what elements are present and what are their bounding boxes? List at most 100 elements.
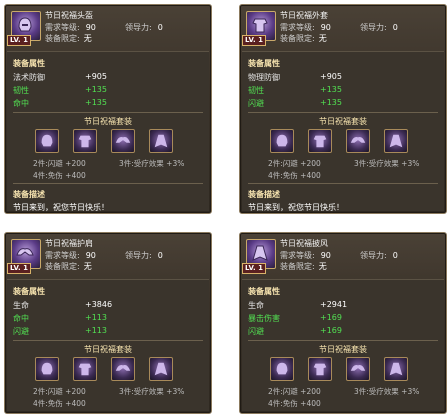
leadership-label: 领导力:	[360, 251, 387, 260]
required-level-value: 90	[320, 23, 331, 32]
attribute-value: +113	[85, 313, 107, 322]
attribute-key: 闪避	[248, 327, 264, 336]
attribute-row: 生命 +3846	[13, 300, 112, 311]
required-level-label: 需求等级:	[45, 251, 80, 260]
set-bonus-2: 2件:闪避 +200	[33, 159, 86, 168]
attribute-value: +113	[85, 326, 107, 335]
tooltip-body: 装备属性 物理防御 +905 韧性 +135 闪避 +135 节日祝福套装 2件:闪避…	[242, 51, 444, 212]
leadership-label: 领导力:	[125, 23, 152, 32]
divider	[248, 183, 438, 184]
level-badge: LV. 1	[242, 35, 266, 46]
helmet-icon	[270, 357, 294, 381]
description-text: 节日来到，祝您节日快乐！	[248, 203, 344, 212]
set-pieces	[35, 129, 173, 153]
level-badge: LV. 1	[242, 263, 266, 274]
attribute-row: 命中 +135	[13, 98, 107, 109]
item-name: 节日祝福护肩	[45, 239, 93, 248]
set-bonus-2: 2件:闪避 +200	[268, 159, 321, 168]
attributes-title: 装备属性	[248, 59, 280, 68]
cape-icon	[384, 357, 408, 381]
equip-limit-label: 装备限定:	[280, 34, 315, 43]
armor-icon	[73, 129, 97, 153]
divider	[13, 340, 203, 341]
attribute-row: 韧性 +135	[13, 85, 107, 96]
item-name: 节日祝福披风	[280, 239, 328, 248]
helmet-icon	[35, 357, 59, 381]
equip-limit-label: 装备限定:	[45, 262, 80, 271]
required-level-label: 需求等级:	[45, 23, 80, 32]
attribute-key: 命中	[13, 99, 29, 108]
leadership-label: 领导力:	[360, 23, 387, 32]
set-pieces	[270, 357, 408, 381]
item-name: 节日祝福外套	[280, 11, 328, 20]
description-text: 节日来到，祝您节日快乐！	[13, 203, 109, 212]
divider	[13, 112, 203, 113]
attribute-row: 闪避 +169	[248, 326, 342, 337]
attribute-row: 生命 +2941	[248, 300, 347, 311]
level-badge: LV. 1	[7, 263, 31, 274]
item-tooltip-armor: LV. 1 节日祝福外套 需求等级: 90 领导力: 0 装备限定: 无 装备属性 物…	[239, 4, 447, 214]
leadership: 领导力: 0	[360, 250, 398, 261]
equip-limit: 装备限定: 无	[45, 261, 92, 272]
helmet-icon	[270, 129, 294, 153]
attribute-value: +135	[85, 98, 107, 107]
set-bonus-2: 2件:闪避 +200	[268, 387, 321, 396]
tooltip-header: LV. 1 节日祝福头盔 需求等级: 90 领导力: 0 装备限定: 无	[5, 5, 211, 49]
leadership: 领导力: 0	[125, 250, 163, 261]
required-level-value: 90	[85, 23, 96, 32]
equip-limit-value: 无	[83, 262, 92, 271]
required-level: 需求等级: 90	[45, 22, 96, 33]
cape-icon	[384, 129, 408, 153]
attribute-key: 生命	[248, 301, 264, 310]
tooltip-body: 装备属性 生命 +3846 命中 +113 闪避 +113 节日祝福套装 2件:闪避 …	[7, 279, 209, 411]
divider	[13, 183, 203, 184]
attribute-row: 闪避 +135	[248, 98, 342, 109]
set-pieces	[35, 357, 173, 381]
shoulder-icon	[111, 357, 135, 381]
attribute-key: 韧性	[13, 86, 29, 95]
equip-limit: 装备限定: 无	[280, 33, 327, 44]
tooltip-header: LV. 1 节日祝福护肩 需求等级: 90 领导力: 0 装备限定: 无	[5, 233, 211, 277]
equip-limit-label: 装备限定:	[280, 262, 315, 271]
set-bonus-3: 3件:受疗效果 +3%	[354, 387, 420, 396]
attribute-value: +135	[320, 85, 342, 94]
armor-icon	[308, 129, 332, 153]
attribute-row: 物理防御 +905	[248, 72, 342, 83]
set-title: 节日祝福套装	[319, 345, 367, 354]
item-tooltip-shoulder: LV. 1 节日祝福护肩 需求等级: 90 领导力: 0 装备限定: 无 装备属性 生…	[4, 232, 212, 414]
tooltip-header: LV. 1 节日祝福外套 需求等级: 90 领导力: 0 装备限定: 无	[240, 5, 446, 49]
attribute-value: +3846	[85, 300, 113, 309]
required-level-label: 需求等级:	[280, 23, 315, 32]
cape-icon	[149, 357, 173, 381]
leadership-value: 0	[392, 251, 398, 260]
divider	[248, 340, 438, 341]
helmet-icon	[35, 129, 59, 153]
set-bonus-3: 3件:受疗效果 +3%	[119, 387, 185, 396]
attribute-key: 闪避	[13, 327, 29, 336]
required-level-value: 90	[85, 251, 96, 260]
attribute-key: 命中	[13, 314, 29, 323]
required-level: 需求等级: 90	[45, 250, 96, 261]
equip-limit-value: 无	[83, 34, 92, 43]
equip-limit-value: 无	[318, 34, 327, 43]
description-title: 装备描述	[13, 190, 45, 199]
equip-limit: 装备限定: 无	[45, 33, 92, 44]
set-title: 节日祝福套装	[84, 117, 132, 126]
set-bonus-3: 3件:受疗效果 +3%	[354, 159, 420, 168]
description-title: 装备描述	[248, 190, 280, 199]
equip-limit-value: 无	[318, 262, 327, 271]
leadership-value: 0	[392, 23, 398, 32]
shoulder-icon	[111, 129, 135, 153]
attribute-key: 生命	[13, 301, 29, 310]
set-bonus-4: 4件:免伤 +400	[33, 399, 86, 408]
attributes-title: 装备属性	[248, 287, 280, 296]
attribute-row: 命中 +113	[13, 313, 107, 324]
tooltip-body: 装备属性 法术防御 +905 韧性 +135 命中 +135 节日祝福套装 2件:闪避…	[7, 51, 209, 212]
required-level-value: 90	[320, 251, 331, 260]
attribute-value: +905	[320, 72, 342, 81]
leadership: 领导力: 0	[125, 22, 163, 33]
attribute-value: +169	[320, 313, 342, 322]
attribute-key: 暴击伤害	[248, 314, 280, 323]
divider	[248, 112, 438, 113]
armor-icon	[73, 357, 97, 381]
